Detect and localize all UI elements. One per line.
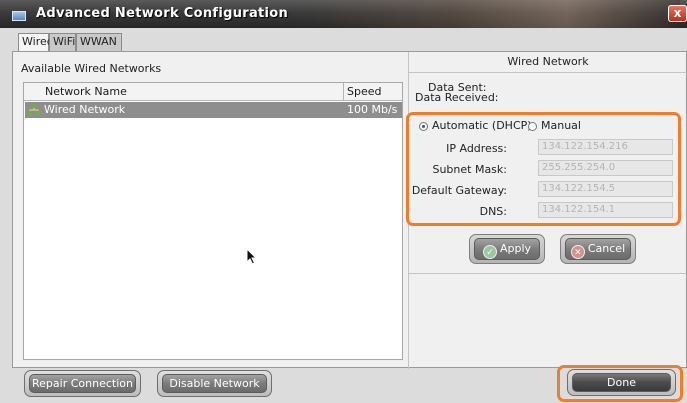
automatic-dhcp-label[interactable]: Automatic (DHCP) bbox=[432, 119, 532, 132]
network-list[interactable]: Network Name Speed Wired Network 100 Mb/… bbox=[23, 82, 403, 360]
column-header-network-name[interactable]: Network Name bbox=[24, 83, 344, 101]
tab-wwan[interactable]: WWAN bbox=[76, 33, 122, 51]
check-icon: ✓ bbox=[482, 245, 497, 259]
apply-button-label: Apply bbox=[499, 242, 532, 255]
repair-connection-button[interactable]: Repair Connection bbox=[24, 370, 141, 397]
default-gateway-field[interactable]: 134.122.154.5 bbox=[538, 181, 673, 197]
network-name: Wired Network bbox=[44, 103, 126, 116]
cancel-button[interactable]: ✕ Cancel bbox=[560, 234, 636, 264]
buttons-rule bbox=[409, 273, 687, 274]
column-header-speed[interactable]: Speed bbox=[344, 83, 402, 101]
heading-rule bbox=[409, 72, 687, 73]
cancel-x-icon: ✕ bbox=[570, 245, 585, 259]
subnet-mask-label: Subnet Mask: bbox=[432, 163, 507, 176]
ip-address-field[interactable]: 134.122.154.216 bbox=[538, 139, 673, 155]
default-gateway-label: Default Gateway: bbox=[411, 184, 507, 197]
title-bar-decoration bbox=[300, 0, 680, 28]
network-icon bbox=[28, 104, 40, 115]
window-icon bbox=[12, 11, 26, 21]
disable-network-label: Disable Network bbox=[162, 374, 267, 393]
done-label: Done bbox=[572, 373, 671, 392]
ip-address-label: IP Address: bbox=[446, 142, 507, 155]
network-row[interactable]: Wired Network 100 Mb/s bbox=[25, 102, 402, 118]
data-received-label: Data Received: bbox=[415, 91, 499, 104]
automatic-dhcp-radio[interactable] bbox=[419, 122, 428, 131]
wired-panel: Available Wired Networks Network Name Sp… bbox=[12, 51, 687, 369]
title-bar[interactable]: Advanced Network Configuration x bbox=[0, 0, 687, 28]
apply-button-face: ✓ Apply bbox=[474, 238, 540, 260]
cancel-button-face: ✕ Cancel bbox=[565, 238, 631, 260]
wired-network-heading: Wired Network bbox=[507, 55, 589, 68]
network-speed: 100 Mb/s bbox=[347, 103, 398, 116]
manual-label[interactable]: Manual bbox=[541, 119, 581, 132]
repair-connection-label: Repair Connection bbox=[29, 374, 136, 393]
dns-field[interactable]: 134.122.154.1 bbox=[538, 202, 673, 218]
done-button[interactable]: Done bbox=[567, 369, 676, 396]
tab-wired[interactable]: Wired bbox=[18, 33, 54, 52]
available-networks-heading: Available Wired Networks bbox=[21, 62, 162, 75]
disable-network-button[interactable]: Disable Network bbox=[157, 370, 272, 397]
advanced-network-window: Advanced Network Configuration x Wired W… bbox=[0, 0, 687, 403]
mouse-pointer-icon bbox=[246, 248, 258, 265]
cancel-button-label: Cancel bbox=[587, 242, 626, 255]
close-button[interactable]: x bbox=[668, 5, 687, 22]
subnet-mask-field[interactable]: 255.255.254.0 bbox=[538, 160, 673, 176]
tab-wifi[interactable]: WiFi bbox=[49, 33, 76, 51]
dns-label: DNS: bbox=[479, 205, 507, 218]
window-title: Advanced Network Configuration bbox=[36, 6, 289, 21]
apply-button[interactable]: ✓ Apply bbox=[469, 234, 545, 264]
manual-radio[interactable] bbox=[528, 122, 537, 131]
